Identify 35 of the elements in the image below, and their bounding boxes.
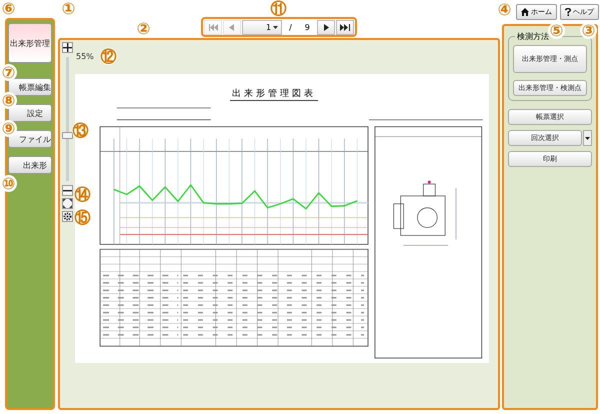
home-icon — [521, 8, 529, 16]
callout-number: ⑪ — [270, 0, 287, 17]
callout-number: ④ — [496, 1, 513, 18]
callout-number: ⑩ — [0, 175, 17, 192]
zoom-percent: 55% — [76, 52, 94, 61]
page-total: 9 — [304, 22, 311, 32]
callout-number: ⑦ — [0, 64, 17, 81]
zoom-out-button[interactable] — [62, 185, 72, 196]
dropdown-button[interactable] — [583, 130, 592, 146]
help-icon — [565, 8, 571, 16]
fit-page-button[interactable] — [62, 198, 72, 209]
slider-thumb[interactable] — [62, 132, 72, 139]
page-select[interactable]: 1 — [242, 20, 282, 34]
settings-button[interactable] — [62, 211, 72, 222]
menu-button[interactable]: 帳票編集 — [8, 78, 52, 96]
zoom-in-button[interactable] — [62, 42, 72, 53]
caret-icon — [273, 26, 278, 28]
fit-icon — [62, 199, 72, 208]
callout-number: ⑥ — [0, 0, 17, 17]
caret-icon — [585, 136, 590, 140]
callout-number: ⑨ — [0, 120, 17, 137]
document-title: 出来形管理図表 — [230, 87, 318, 101]
callout-number: ② — [135, 20, 152, 37]
menu-button[interactable]: 出来形管理 — [8, 23, 52, 63]
menu-button[interactable]: 出来形 — [8, 156, 52, 174]
callout-number: ⑧ — [0, 92, 17, 109]
plus-icon — [62, 43, 72, 52]
page-separator: / — [288, 22, 293, 32]
first-icon — [208, 24, 218, 30]
gear-icon — [62, 212, 72, 221]
group-title: 検測方法 — [515, 31, 551, 42]
next-page-button[interactable] — [316, 20, 335, 34]
last-page-button[interactable] — [336, 20, 354, 34]
last-icon — [340, 24, 350, 30]
callout-number: ① — [60, 0, 77, 17]
